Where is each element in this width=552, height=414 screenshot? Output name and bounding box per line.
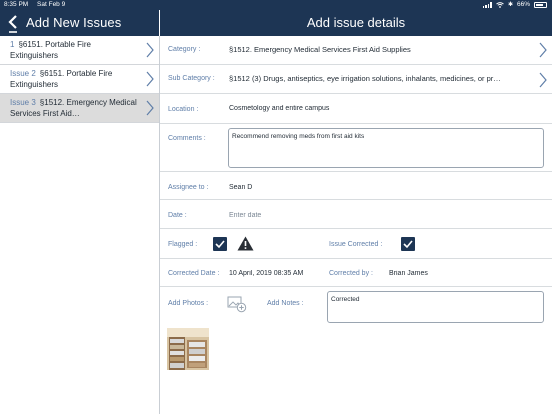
issue-title: §6151. Portable Fire Extinguishers <box>10 40 91 60</box>
issue-item-2[interactable]: Issue 2 §6151. Portable Fire Extinguisher… <box>0 65 159 94</box>
corrected-date-value[interactable]: 10 April, 2019 08:35 AM <box>229 270 329 277</box>
date-input[interactable]: Enter date <box>229 212 429 219</box>
assignee-label: Assignee to : <box>168 184 209 191</box>
category-label: Category : <box>168 46 201 53</box>
comments-row: Comments : Recommend removing meds from … <box>160 124 552 172</box>
chevron-right-icon[interactable] <box>539 72 547 88</box>
corrected-by-label: Corrected by : <box>329 270 373 277</box>
battery-percent: 66% <box>516 1 530 8</box>
date-row[interactable]: Date : Enter date <box>160 200 552 229</box>
issue-corrected-checkbox[interactable] <box>401 237 415 251</box>
notes-textarea[interactable]: Corrected <box>327 291 544 323</box>
issue-corrected-label: Issue Corrected : <box>329 241 383 248</box>
location-value[interactable]: Cosmetology and entire campus <box>229 105 529 112</box>
chevron-right-icon <box>146 71 154 87</box>
issue-number: Issue 3 <box>10 98 36 107</box>
battery-icon <box>534 2 547 8</box>
add-photos-label: Add Photos : <box>168 300 209 307</box>
subcategory-row[interactable]: Sub Category : §1512 (3) Drugs, antisept… <box>160 65 552 94</box>
corrected-date-label: Corrected Date : <box>168 270 220 277</box>
corrected-row: Corrected Date : 10 April, 2019 08:35 AM… <box>160 259 552 287</box>
status-time: 8:35 PM <box>4 1 29 8</box>
location-row[interactable]: Location : Cosmetology and entire campus <box>160 94 552 124</box>
flags-row: Flagged : Issue Corrected : <box>160 229 552 259</box>
status-bar: 8:35 PM Sat Feb 9 ✱ 66% <box>0 0 552 10</box>
issue-details-form: Category : §1512. Emergency Medical Serv… <box>160 36 552 414</box>
photo-thumbnail[interactable] <box>167 328 209 370</box>
assignee-row[interactable]: Assignee to : Sean D <box>160 172 552 200</box>
issues-list: 1 §6151. Portable Fire Extinguishers Issu… <box>0 36 159 414</box>
issue-number: Issue 2 <box>10 69 36 78</box>
back-chevron-icon[interactable] <box>5 12 23 34</box>
check-icon <box>403 240 413 249</box>
flagged-label: Flagged : <box>168 241 198 248</box>
status-right: ✱ 66% <box>482 0 547 10</box>
add-notes-label: Add Notes : <box>267 300 304 307</box>
left-header-title: Add New Issues <box>26 15 122 30</box>
subcategory-label: Sub Category : <box>168 75 215 82</box>
photo-image <box>167 328 209 370</box>
signal-icon <box>482 2 492 8</box>
category-value: §1512. Emergency Medical Services First … <box>229 45 411 54</box>
category-row[interactable]: Category : §1512. Emergency Medical Serv… <box>160 36 552 65</box>
right-header-title: Add issue details <box>160 10 552 36</box>
chevron-right-icon[interactable] <box>539 42 547 58</box>
chevron-right-icon <box>146 42 154 58</box>
chevron-right-icon <box>146 100 154 116</box>
warning-icon <box>237 236 254 251</box>
add-photo-icon[interactable] <box>227 295 247 313</box>
bluetooth-icon: ✱ <box>507 2 513 8</box>
issue-number: 1 <box>10 40 15 49</box>
issue-item-3[interactable]: Issue 3 §1512. Emergency Medical Services… <box>0 94 159 123</box>
comments-label: Comments : <box>168 135 206 142</box>
status-left: 8:35 PM Sat Feb 9 <box>4 0 72 10</box>
flagged-checkbox[interactable] <box>213 237 227 251</box>
left-header: Add New Issues <box>0 10 159 36</box>
assignee-value[interactable]: Sean D <box>229 184 429 191</box>
check-icon <box>215 240 225 249</box>
date-label: Date : <box>168 212 187 219</box>
status-date: Sat Feb 9 <box>37 1 66 8</box>
issue-item-1[interactable]: 1 §6151. Portable Fire Extinguishers <box>0 36 159 65</box>
subcategory-value: §1512 (3) Drugs, antiseptics, eye irriga… <box>229 74 501 83</box>
location-label: Location : <box>168 106 199 113</box>
comments-textarea[interactable]: Recommend removing meds from first aid k… <box>228 128 544 168</box>
wifi-icon <box>496 2 504 8</box>
corrected-by-value[interactable]: Brian James <box>389 270 509 277</box>
